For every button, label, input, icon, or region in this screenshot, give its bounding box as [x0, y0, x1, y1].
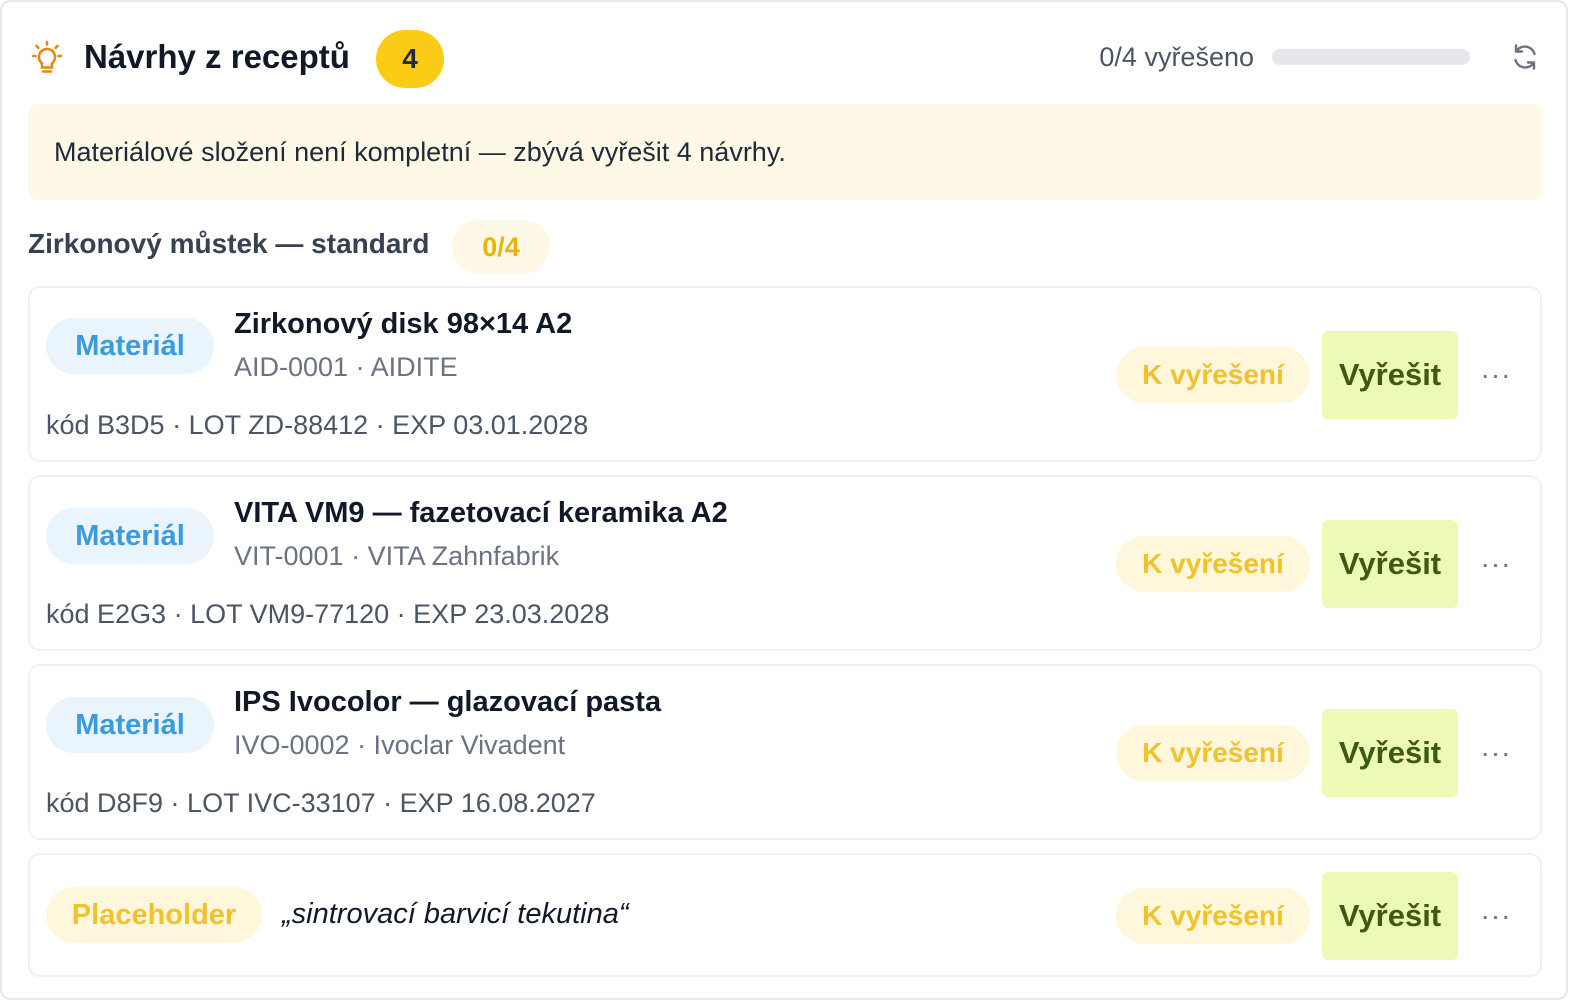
group-count-badge: 0/4	[452, 220, 550, 274]
type-badge-placeholder: Placeholder	[46, 887, 262, 943]
suggestion-card: Materiál IPS Ivocolor — glazovací pasta …	[28, 664, 1542, 840]
item-name: Zirkonový disk 98×14 A2	[234, 308, 573, 340]
suggestion-card: Materiál VITA VM9 — fazetovací keramika …	[28, 475, 1542, 651]
refresh-icon[interactable]	[1510, 42, 1540, 72]
item-code-supplier: AID-0001 · AIDITE	[234, 352, 458, 382]
item-lot-info: kód D8F9 · LOT IVC-33107 · EXP 16.08.202…	[46, 788, 596, 818]
incomplete-warning: Materiálové složení není kompletní — zbý…	[28, 104, 1542, 200]
status-badge: K vyřešení	[1116, 536, 1310, 592]
progress-bar	[1272, 49, 1470, 65]
warning-text: Materiálové složení není kompletní — zbý…	[54, 136, 786, 167]
panel-header: Návrhy z receptů 4 0/4 vyřešeno	[28, 28, 1540, 90]
suggestion-count-badge: 4	[376, 30, 444, 88]
resolve-button[interactable]: Vyřešit	[1322, 331, 1458, 419]
placeholder-card: Placeholder „sintrovací barvicí tekutina…	[28, 853, 1542, 977]
type-badge-material: Materiál	[46, 318, 214, 374]
item-name: VITA VM9 — fazetovací keramika A2	[234, 497, 728, 529]
group-title: Zirkonový můstek — standard	[28, 228, 430, 259]
suggestion-card: Materiál Zirkonový disk 98×14 A2 AID-000…	[28, 286, 1542, 462]
item-code-supplier: IVO-0002 · Ivoclar Vivadent	[234, 730, 566, 760]
recipe-suggestions-panel: Návrhy z receptů 4 0/4 vyřešeno Materiál…	[0, 0, 1568, 1000]
item-lot-info: kód E2G3 · LOT VM9-77120 · EXP 23.03.202…	[46, 599, 610, 629]
item-name: IPS Ivocolor — glazovací pasta	[234, 686, 662, 718]
type-badge-material: Materiál	[46, 508, 214, 564]
resolve-button[interactable]: Vyřešit	[1322, 709, 1458, 797]
resolve-button[interactable]: Vyřešit	[1322, 872, 1458, 960]
more-options-icon[interactable]: ···	[1478, 357, 1514, 393]
placeholder-text: „sintrovací barvicí tekutina“	[282, 898, 629, 930]
more-options-icon[interactable]: ···	[1478, 546, 1514, 582]
type-badge-material: Materiál	[46, 697, 214, 753]
lightbulb-icon	[31, 40, 63, 73]
status-badge: K vyřešení	[1116, 347, 1310, 403]
status-badge: K vyřešení	[1116, 888, 1310, 944]
panel-title: Návrhy z receptů	[84, 38, 350, 75]
item-lot-info: kód B3D5 · LOT ZD-88412 · EXP 03.01.2028	[46, 410, 589, 440]
status-badge: K vyřešení	[1116, 725, 1310, 781]
more-options-icon[interactable]: ···	[1478, 735, 1514, 771]
resolve-button[interactable]: Vyřešit	[1322, 520, 1458, 608]
item-code-supplier: VIT-0001 · VITA Zahnfabrik	[234, 541, 560, 571]
more-options-icon[interactable]: ···	[1478, 898, 1514, 934]
progress-text: 0/4 vyřešeno	[1099, 42, 1254, 72]
